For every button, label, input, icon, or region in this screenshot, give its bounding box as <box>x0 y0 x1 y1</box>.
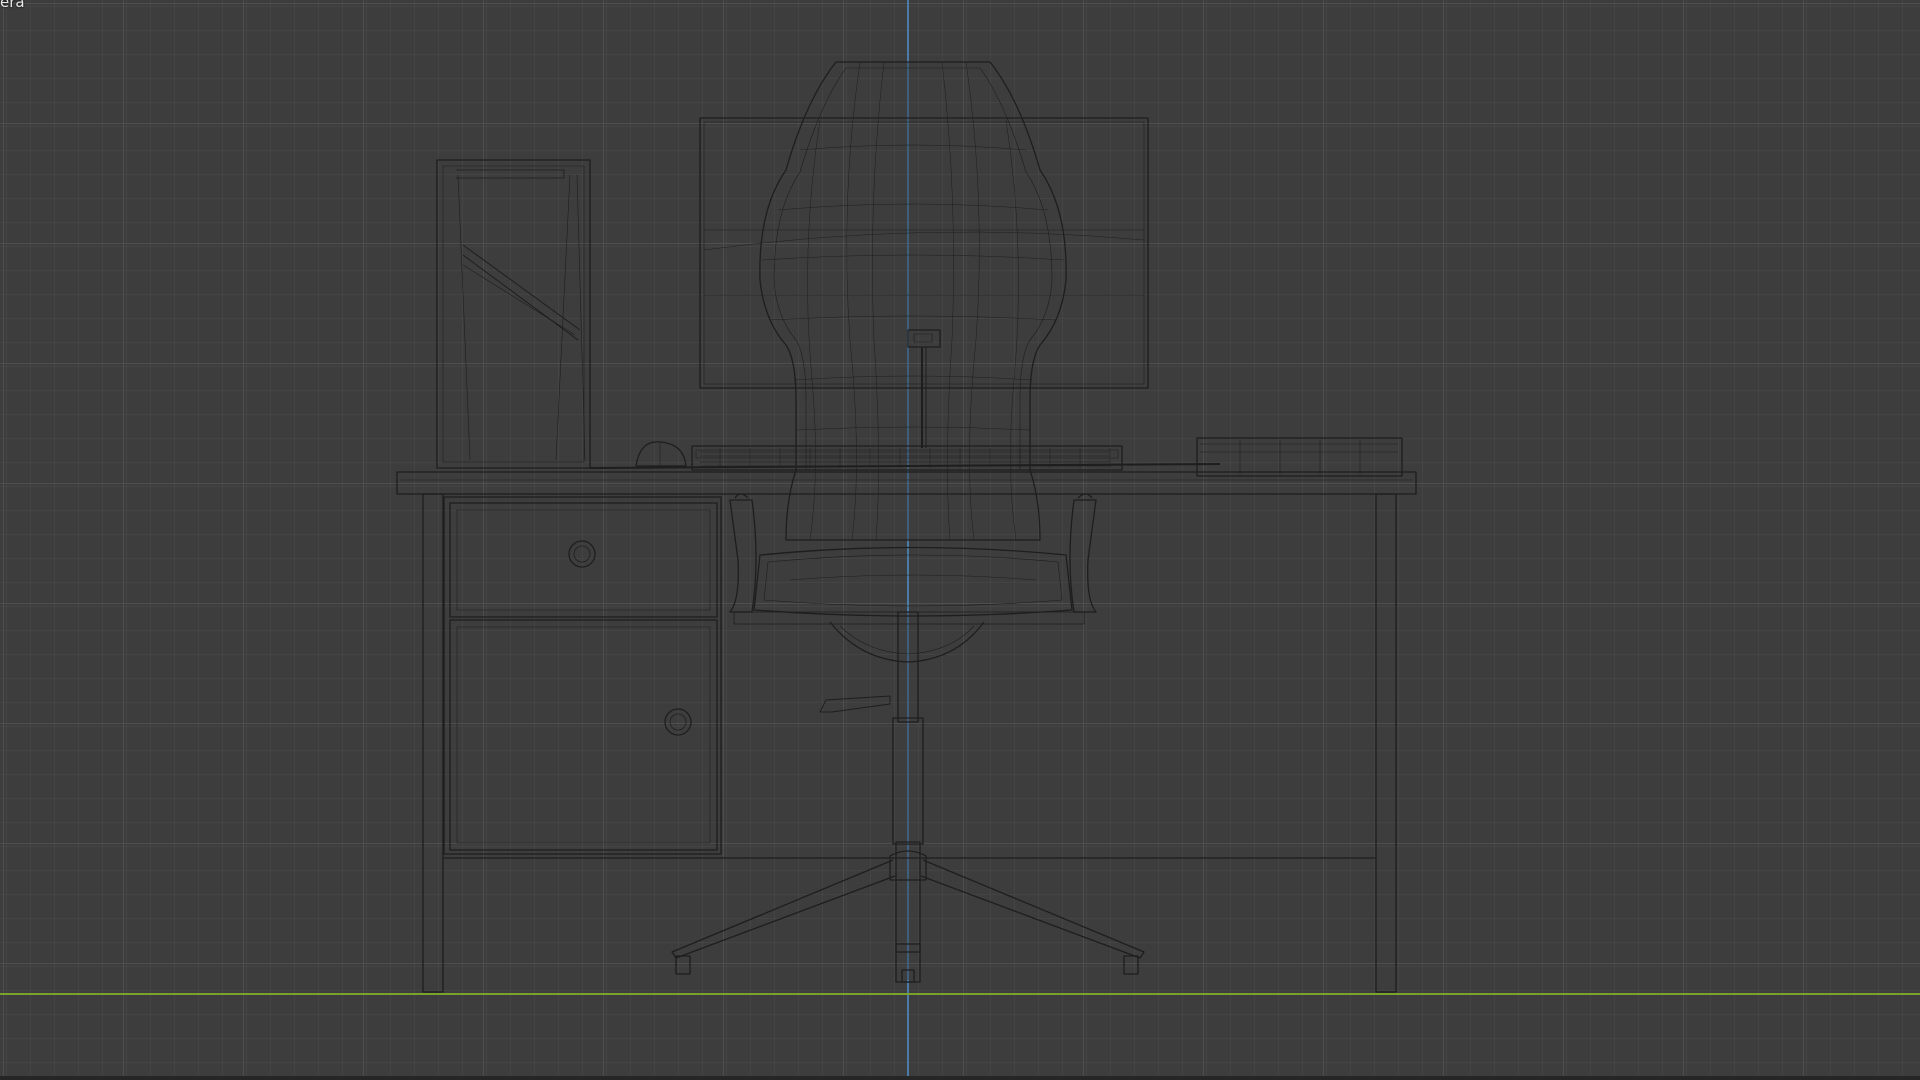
viewport-bottom-edge <box>0 1076 1920 1080</box>
monitor-wireframe <box>699 117 1149 448</box>
view-label: era <box>0 0 25 11</box>
office-chair-wireframe <box>671 61 1145 983</box>
3d-viewport[interactable]: era <box>0 0 1920 1080</box>
desk-wireframe <box>396 471 1417 993</box>
scene-wireframe <box>0 0 1920 1080</box>
mouse-wireframe <box>635 441 687 467</box>
computer-tower-wireframe <box>436 159 591 469</box>
tray-wireframe <box>1196 437 1403 477</box>
